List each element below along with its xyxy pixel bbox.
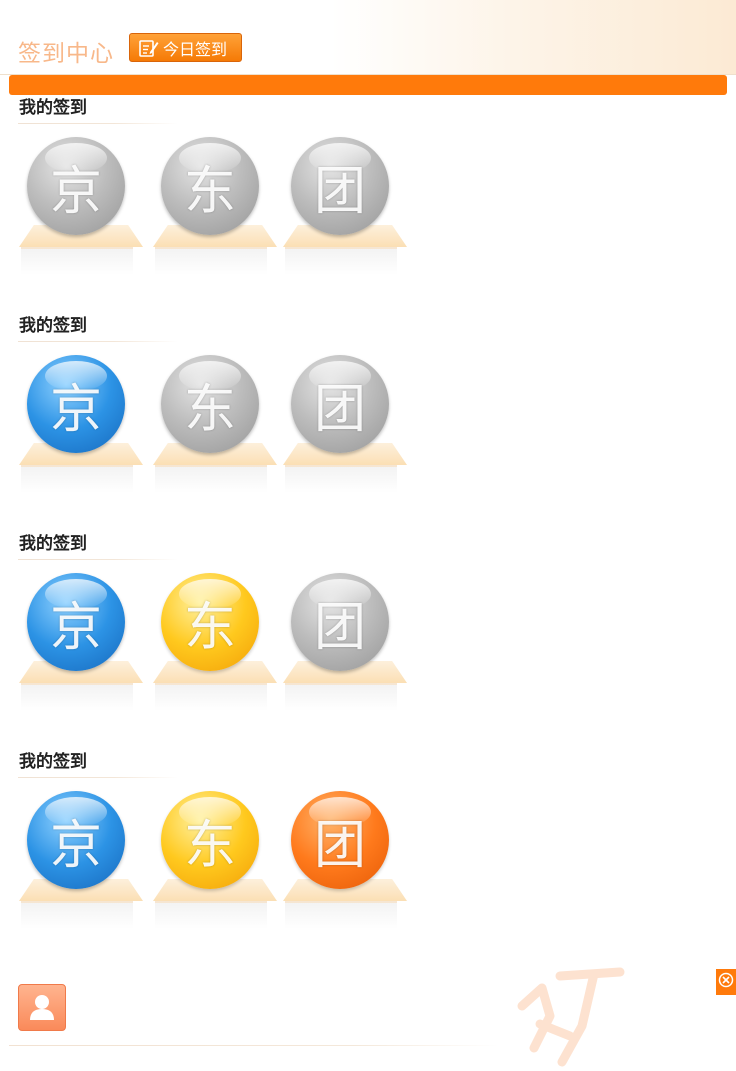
section-divider [18,559,178,560]
bottom-divider [9,1045,499,1046]
medal-glyph: 东 [183,379,236,440]
medal-ball: 京 [27,791,125,889]
medal-glyph: 京 [49,815,102,876]
medal-jing: 京 [19,573,152,723]
medal-jing: 京 [19,355,152,505]
medal-pedestal-base [155,247,267,275]
medal-ball: 东 [161,791,259,889]
medal-pedestal-base [155,465,267,493]
checkin-section: 我的签到 京 东 团 [0,315,420,525]
medal-glyph: 团 [313,815,366,876]
medal-dong: 东 [153,791,286,941]
medal-glyph: 东 [183,161,236,222]
section-divider [18,777,178,778]
close-icon [718,972,734,988]
page-header: 签到中心 今日签到 [0,0,736,75]
medal-glyph: 京 [49,161,102,222]
section-title: 我的签到 [19,316,87,336]
medal-tuan: 团 [283,791,416,941]
medal-ball: 团 [291,355,389,453]
medal-pedestal-base [285,465,397,493]
medal-glyph: 东 [183,815,236,876]
checkin-section: 我的签到 京 东 团 [0,97,420,307]
medal-tuan: 团 [283,355,416,505]
medal-tuan: 团 [283,137,416,287]
medal-glyph: 团 [313,597,366,658]
medal-pedestal-base [285,901,397,929]
medal-pedestal-base [155,901,267,929]
medal-ball: 东 [161,573,259,671]
checkin-today-button[interactable]: 今日签到 [129,33,242,62]
logo-watermark-icon [517,967,625,1067]
medal-pedestal-base [285,683,397,711]
medal-pedestal-base [21,465,133,493]
accent-bar [9,75,727,95]
medal-glyph: 京 [49,379,102,440]
user-icon [30,995,54,1020]
checkin-today-label: 今日签到 [163,39,228,59]
medal-ball: 团 [291,137,389,235]
medal-glyph: 团 [313,161,366,222]
medal-dong: 东 [153,573,286,723]
section-title: 我的签到 [19,98,87,118]
user-avatar[interactable] [18,984,66,1031]
close-button[interactable] [716,969,736,995]
medal-pedestal-base [21,901,133,929]
medal-jing: 京 [19,791,152,941]
medal-ball: 京 [27,137,125,235]
medal-ball: 团 [291,791,389,889]
section-divider [18,123,178,124]
medal-tuan: 团 [283,573,416,723]
medal-ball: 京 [27,573,125,671]
section-title: 我的签到 [19,534,87,554]
medal-glyph: 东 [183,597,236,658]
medal-jing: 京 [19,137,152,287]
medal-dong: 东 [153,137,286,287]
medal-ball: 团 [291,573,389,671]
section-divider [18,341,178,342]
medal-ball: 东 [161,137,259,235]
section-title: 我的签到 [19,752,87,772]
pen-edit-icon [139,39,159,57]
medal-glyph: 京 [49,597,102,658]
medal-pedestal-base [21,247,133,275]
checkin-section: 我的签到 京 东 团 [0,751,420,961]
checkin-section: 我的签到 京 东 团 [0,533,420,743]
medal-pedestal-base [285,247,397,275]
medal-pedestal-base [21,683,133,711]
page-title: 签到中心 [18,41,114,67]
medal-ball: 东 [161,355,259,453]
medal-pedestal-base [155,683,267,711]
medal-glyph: 团 [313,379,366,440]
medal-ball: 京 [27,355,125,453]
medal-dong: 东 [153,355,286,505]
